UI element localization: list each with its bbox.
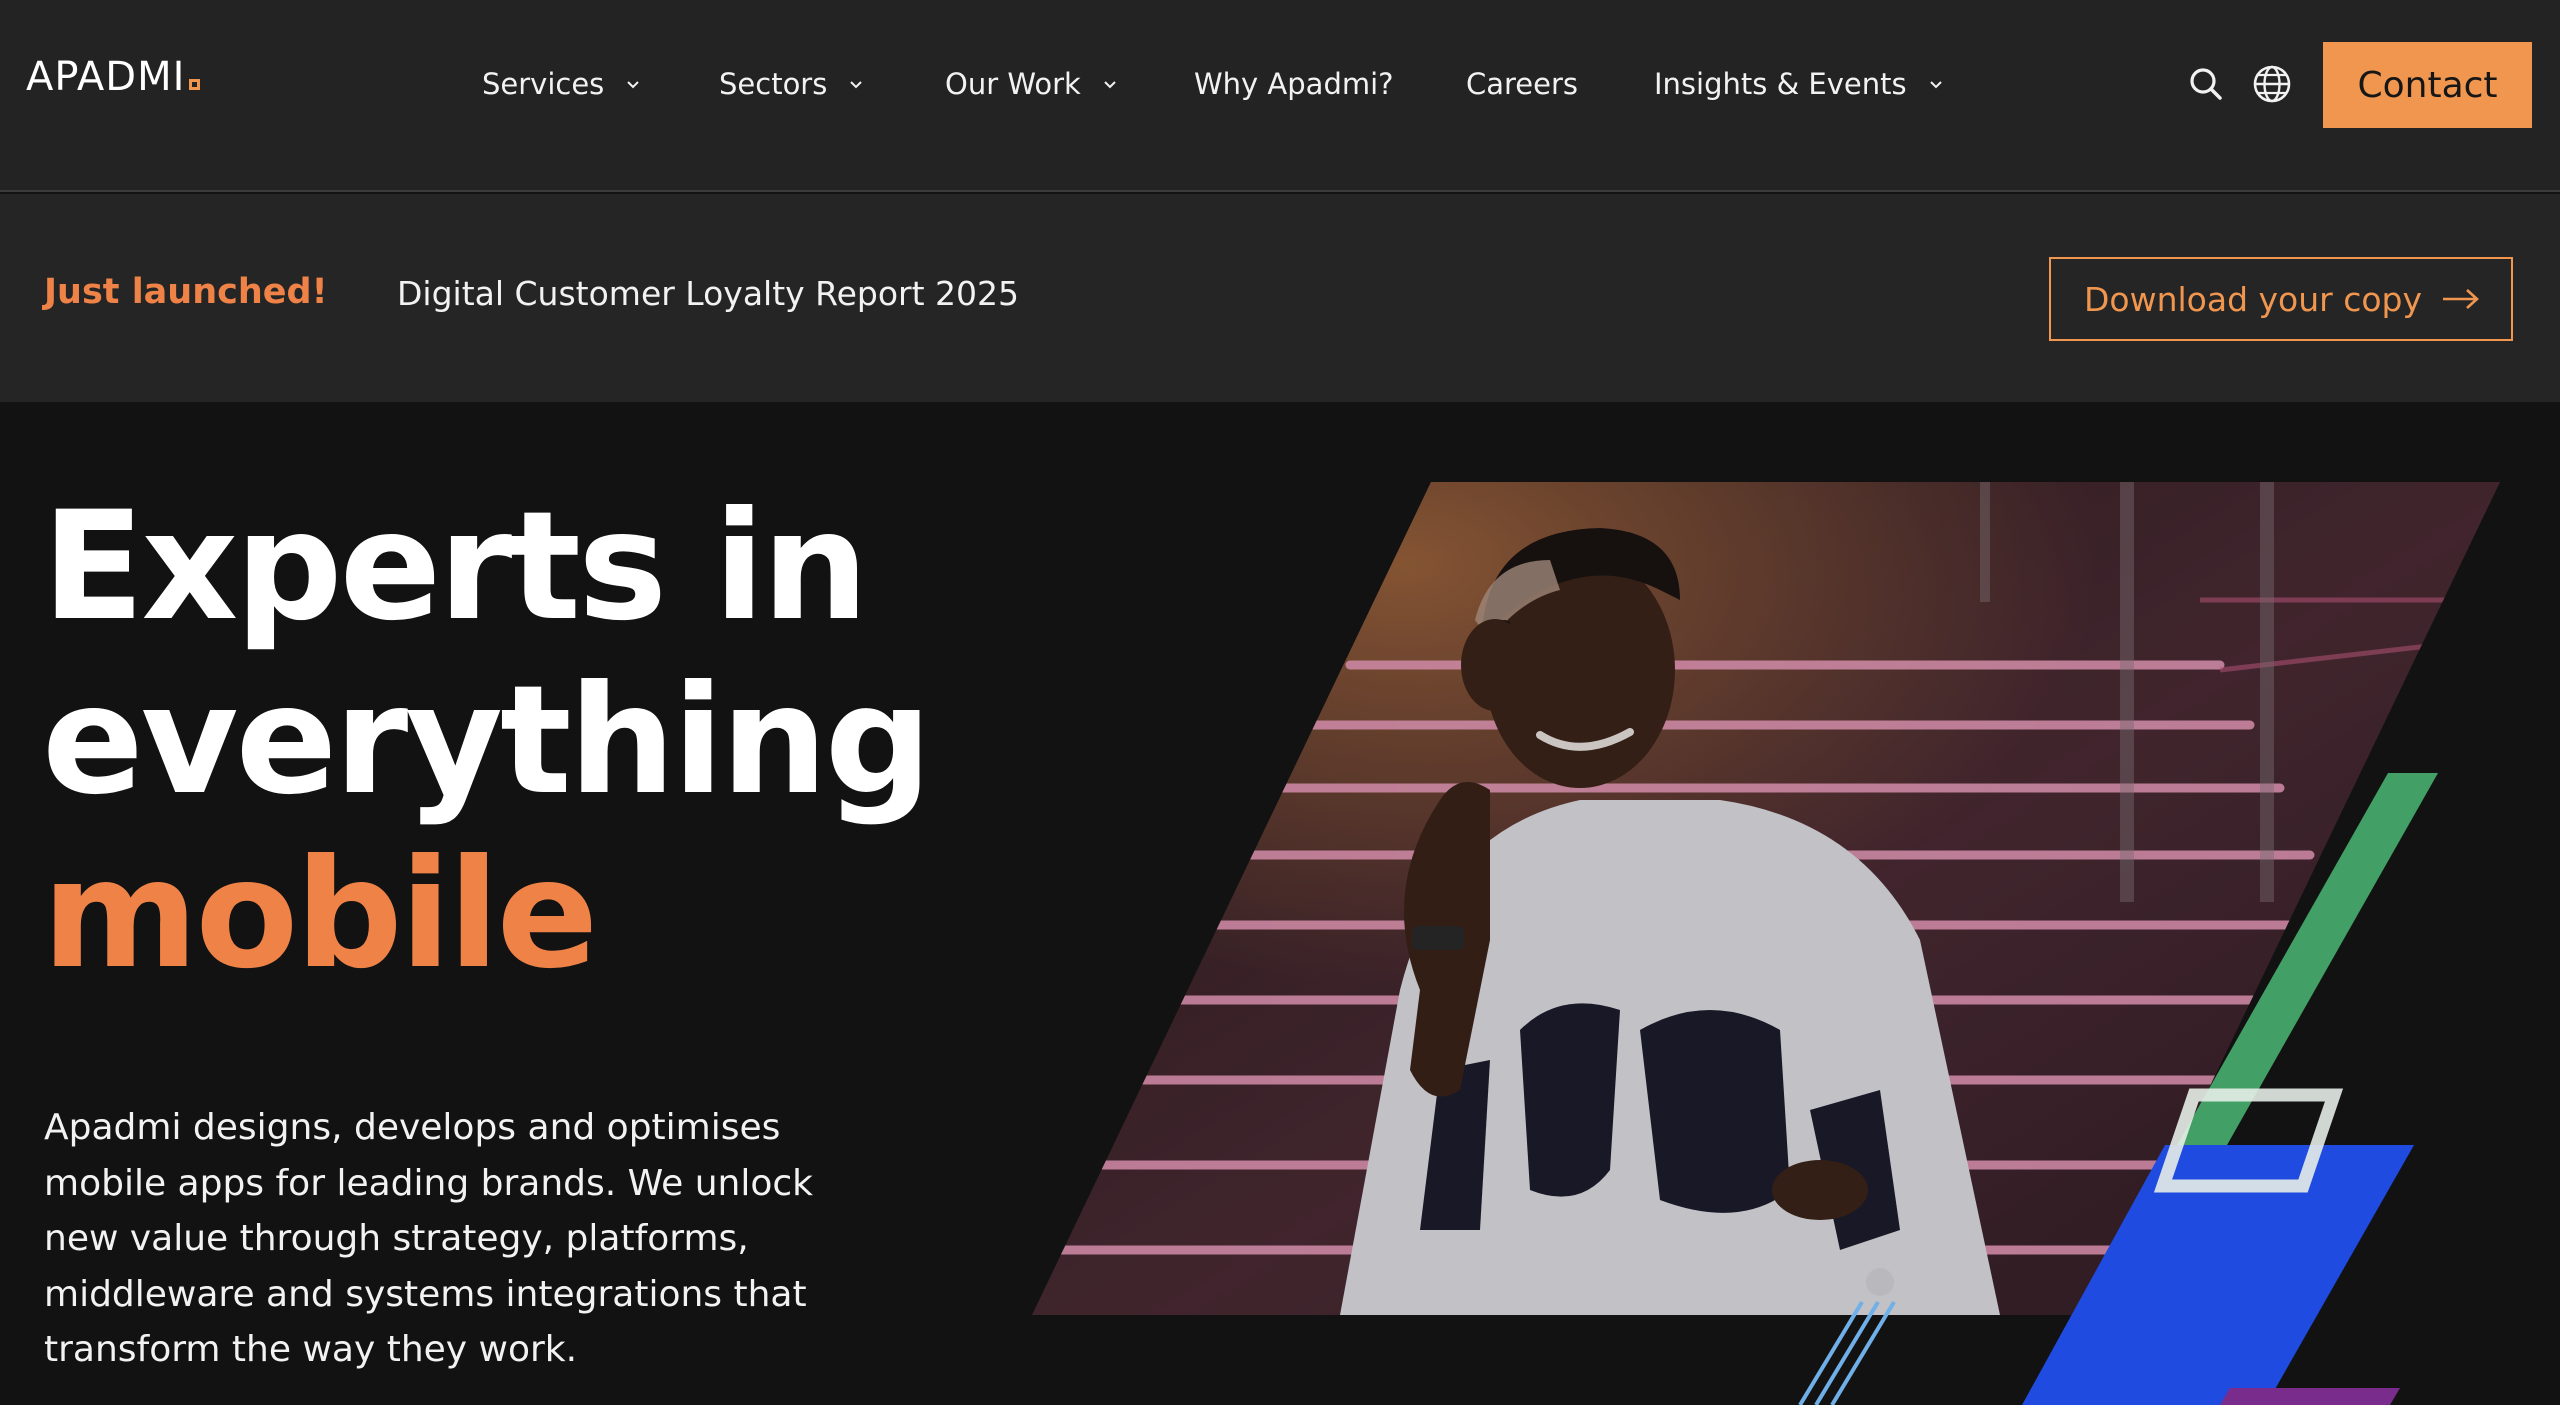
- chevron-down-icon: [847, 75, 865, 93]
- download-report-button[interactable]: Download your copy: [2049, 257, 2513, 341]
- nav-item-insights-events[interactable]: Insights & Events: [1654, 58, 1945, 110]
- download-button-label: Download your copy: [2084, 279, 2423, 319]
- apadmi-logo[interactable]: APADMI: [26, 54, 201, 100]
- logo-square-mark: [189, 79, 201, 90]
- nav-item-our-work[interactable]: Our Work: [945, 58, 1119, 110]
- hero-title-line-1: Experts in: [42, 480, 869, 654]
- announcement-tag: Just launched!: [44, 272, 328, 312]
- hero-artwork: [1032, 482, 2500, 1405]
- logo-wordmark: APADMI: [26, 54, 186, 100]
- hero-title-line-2: everything: [42, 654, 932, 828]
- announcement-text: Digital Customer Loyalty Report 2025: [397, 274, 1020, 313]
- announcement-bar: Just launched! Digital Customer Loyalty …: [0, 194, 2560, 402]
- arrow-right-icon: [2441, 280, 2481, 319]
- hero-title: Experts in everything mobile: [42, 480, 932, 1002]
- nav-item-label: Insights & Events: [1654, 67, 1907, 101]
- nav-item-label: Our Work: [945, 67, 1081, 101]
- hero-description: Apadmi designs, develops and optimises m…: [44, 1107, 814, 1370]
- contact-button[interactable]: Contact: [2323, 42, 2532, 128]
- nav-item-services[interactable]: Services: [482, 58, 642, 110]
- purple-parallelogram-shape: [2220, 1388, 2400, 1405]
- search-icon[interactable]: [2186, 64, 2226, 104]
- site-header: APADMI Services Sectors Our Work Why Apa…: [0, 0, 2560, 192]
- nav-item-label: Sectors: [719, 67, 828, 101]
- globe-icon[interactable]: [2252, 64, 2292, 104]
- chevron-down-icon: [624, 75, 642, 93]
- chevron-down-icon: [1927, 75, 1945, 93]
- nav-item-why-apadmi[interactable]: Why Apadmi?: [1194, 58, 1394, 110]
- nav-item-sectors[interactable]: Sectors: [719, 58, 865, 110]
- hero-title-accent: mobile: [42, 828, 598, 1002]
- nav-item-careers[interactable]: Careers: [1466, 58, 1578, 110]
- hero-image-composition: [1020, 470, 2560, 1405]
- light-blue-stripes: [1798, 1300, 1896, 1405]
- nav-item-label: Careers: [1466, 67, 1579, 101]
- chevron-down-icon: [1101, 75, 1119, 93]
- nav-item-label: Why Apadmi?: [1194, 67, 1394, 101]
- nav-item-label: Services: [482, 67, 605, 101]
